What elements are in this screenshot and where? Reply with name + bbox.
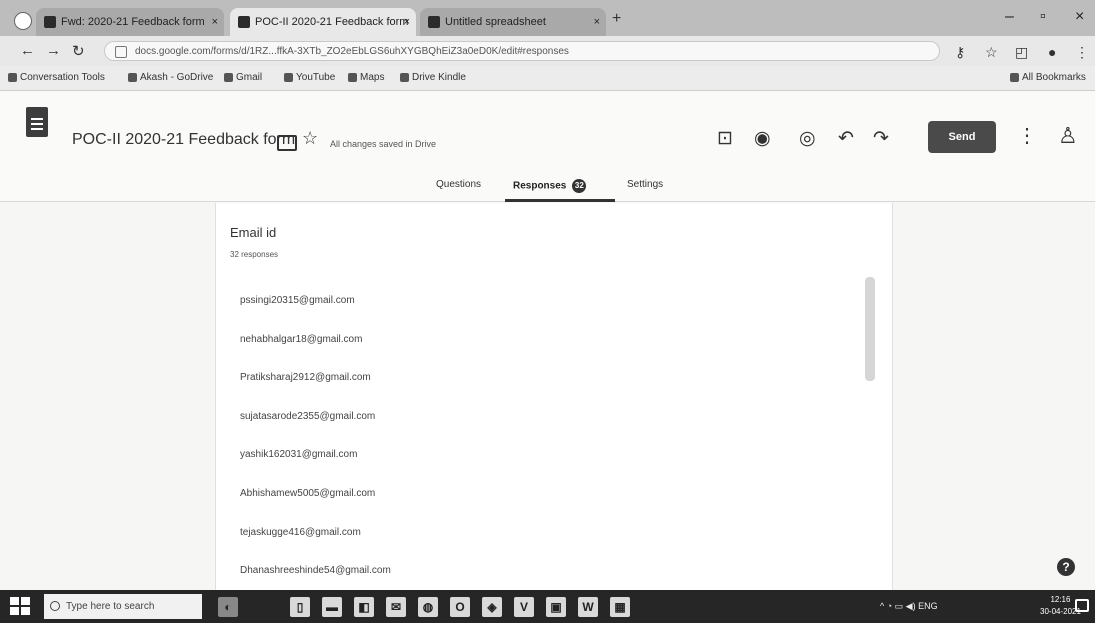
google-forms-icon[interactable] — [26, 107, 48, 137]
close-tab-icon[interactable]: × — [212, 8, 218, 36]
windows-start-icon[interactable] — [10, 597, 32, 617]
all-bookmarks[interactable]: All Bookmarks — [1010, 72, 1086, 83]
gmail-icon — [224, 72, 233, 82]
response-list-scrollbar[interactable] — [865, 277, 875, 381]
opera-icon[interactable]: O — [450, 597, 470, 617]
response-item: sujatasarode2355@gmail.com — [240, 410, 376, 422]
bookmark-item[interactable]: Maps — [348, 72, 384, 83]
browser-tab-strip: Fwd: 2020-21 Feedback form × POC-II 2020-… — [0, 0, 1095, 36]
bookmark-item[interactable]: Gmail — [224, 72, 262, 83]
response-item: yashik162031@gmail.com — [240, 449, 358, 461]
palette-icon[interactable]: ◉ — [754, 127, 771, 150]
word-icon[interactable]: W — [578, 597, 598, 617]
drive-icon — [128, 72, 137, 82]
kindle-icon — [400, 72, 409, 82]
star-icon[interactable]: ☆ — [302, 128, 318, 149]
tab-questions[interactable]: Questions — [436, 179, 481, 190]
new-tab-button[interactable]: + — [612, 10, 621, 28]
more-options-icon[interactable]: ⋮ — [1017, 123, 1037, 148]
chrome-icon[interactable]: ◍ — [418, 597, 438, 617]
lock-icon[interactable] — [115, 46, 127, 58]
cortana-icon[interactable]: ◐ — [218, 597, 238, 617]
profile-avatar-icon[interactable]: ● — [1048, 44, 1056, 60]
bookmarks-bar: Conversation Tools Akash - GoDrive Gmail… — [0, 66, 1095, 91]
youtube-icon — [284, 72, 293, 82]
photos-icon[interactable]: ▣ — [546, 597, 566, 617]
paint-icon[interactable]: ▦ — [610, 597, 630, 617]
url-text: docs.google.com/forms/d/1RZ...ffkA-3XTb_… — [135, 46, 569, 57]
tab-label: POC-II 2020-21 Feedback form — [255, 16, 409, 28]
bookmark-icon — [8, 72, 17, 82]
response-count: 32 responses — [230, 250, 279, 259]
tab-label: Untitled spreadsheet — [445, 16, 546, 28]
windows-taskbar: Type here to search ◐ ▯ ▬ ◧ ✉ ◍ O ◈ V ▣ … — [0, 590, 1095, 623]
system-tray[interactable]: ^ ◔ ▭ ◀) ENG — [880, 601, 1040, 611]
response-list: pssingi20315@gmail.com nehabhalgar18@gma… — [240, 295, 391, 604]
response-item: nehabhalgar18@gmail.com — [240, 333, 363, 345]
vlc-icon[interactable]: V — [514, 597, 534, 617]
taskbar-search-input[interactable]: Type here to search — [44, 594, 202, 619]
addon-icon[interactable]: ⊡ — [717, 127, 733, 150]
key-icon[interactable]: ⚷ — [955, 44, 965, 61]
form-tabs: Questions Responses 32 Settings — [0, 173, 1095, 202]
folder-icon — [1010, 72, 1019, 82]
question-response-card: Email id 32 responses pssingi20315@gmail… — [215, 203, 893, 590]
reload-button[interactable]: ↻ — [72, 42, 85, 60]
forward-button[interactable]: → — [46, 42, 61, 59]
response-item: pssingi20315@gmail.com — [240, 295, 355, 306]
bookmark-item[interactable]: Conversation Tools — [8, 72, 105, 83]
mail-app-icon[interactable]: ✉ — [386, 597, 406, 617]
close-tab-icon[interactable]: × — [404, 8, 410, 36]
browser-tab-2[interactable]: POC-II 2020-21 Feedback form × — [230, 8, 416, 36]
account-avatar-icon[interactable]: ♙ — [1058, 123, 1078, 149]
close-tab-icon[interactable]: × — [594, 8, 600, 36]
sheets-icon — [428, 16, 440, 29]
app-icon[interactable]: ◈ — [482, 597, 502, 617]
question-title: Email id — [230, 225, 277, 240]
response-item: Abhishamew5005@gmail.com — [240, 487, 376, 499]
move-to-folder-icon[interactable] — [277, 135, 297, 151]
response-item: Pratiksharaj2912@gmail.com — [240, 372, 371, 384]
form-title[interactable]: POC-II 2020-21 Feedback form — [72, 131, 295, 149]
minimize-button[interactable]: – — [1005, 8, 1014, 26]
browser-tab-1[interactable]: Fwd: 2020-21 Feedback form × — [36, 8, 224, 36]
store-icon[interactable]: ◧ — [354, 597, 374, 617]
active-tab-indicator — [505, 199, 615, 202]
profile-icon[interactable] — [14, 12, 32, 30]
browser-tab-3[interactable]: Untitled spreadsheet × — [420, 8, 606, 36]
forms-icon — [238, 16, 250, 29]
taskbar-search-placeholder: Type here to search — [66, 601, 155, 612]
responses-count-badge: 32 — [572, 179, 587, 193]
extensions-icon[interactable]: ◰ — [1015, 44, 1028, 61]
tab-responses-label: Responses — [513, 180, 567, 192]
tab-label: Fwd: 2020-21 Feedback form — [61, 16, 205, 28]
bookmark-star-icon[interactable]: ☆ — [985, 44, 998, 61]
notification-icon[interactable] — [1075, 599, 1089, 612]
url-field[interactable]: docs.google.com/forms/d/1RZ...ffkA-3XTb_… — [104, 41, 940, 61]
tab-settings[interactable]: Settings — [627, 179, 663, 190]
bookmark-item[interactable]: Akash - GoDrive — [128, 72, 213, 83]
search-icon — [50, 601, 60, 611]
help-icon[interactable]: ? — [1057, 558, 1075, 576]
redo-icon[interactable]: ↷ — [873, 127, 889, 150]
file-explorer-icon[interactable]: ▬ — [322, 597, 342, 617]
back-button[interactable]: ← — [20, 42, 35, 59]
send-button[interactable]: Send — [928, 121, 996, 153]
address-bar-row: ← → ↻ docs.google.com/forms/d/1RZ...ffkA… — [0, 36, 1095, 66]
response-item: tejaskugge416@gmail.com — [240, 526, 361, 538]
tab-responses[interactable]: Responses 32 — [513, 179, 587, 193]
bookmark-item[interactable]: Drive Kindle — [400, 72, 466, 83]
maximize-button[interactable]: ▫ — [1040, 8, 1046, 26]
close-window-button[interactable]: × — [1075, 8, 1084, 26]
browser-menu-icon[interactable]: ⋮ — [1075, 44, 1089, 61]
preview-eye-icon[interactable]: ◎ — [799, 127, 816, 150]
undo-icon[interactable]: ↶ — [838, 127, 854, 150]
bookmark-item[interactable]: YouTube — [284, 72, 335, 83]
saved-status: All changes saved in Drive — [330, 139, 437, 149]
maps-icon — [348, 72, 357, 82]
task-view-icon[interactable]: ▯ — [290, 597, 310, 617]
mail-icon — [44, 16, 56, 29]
